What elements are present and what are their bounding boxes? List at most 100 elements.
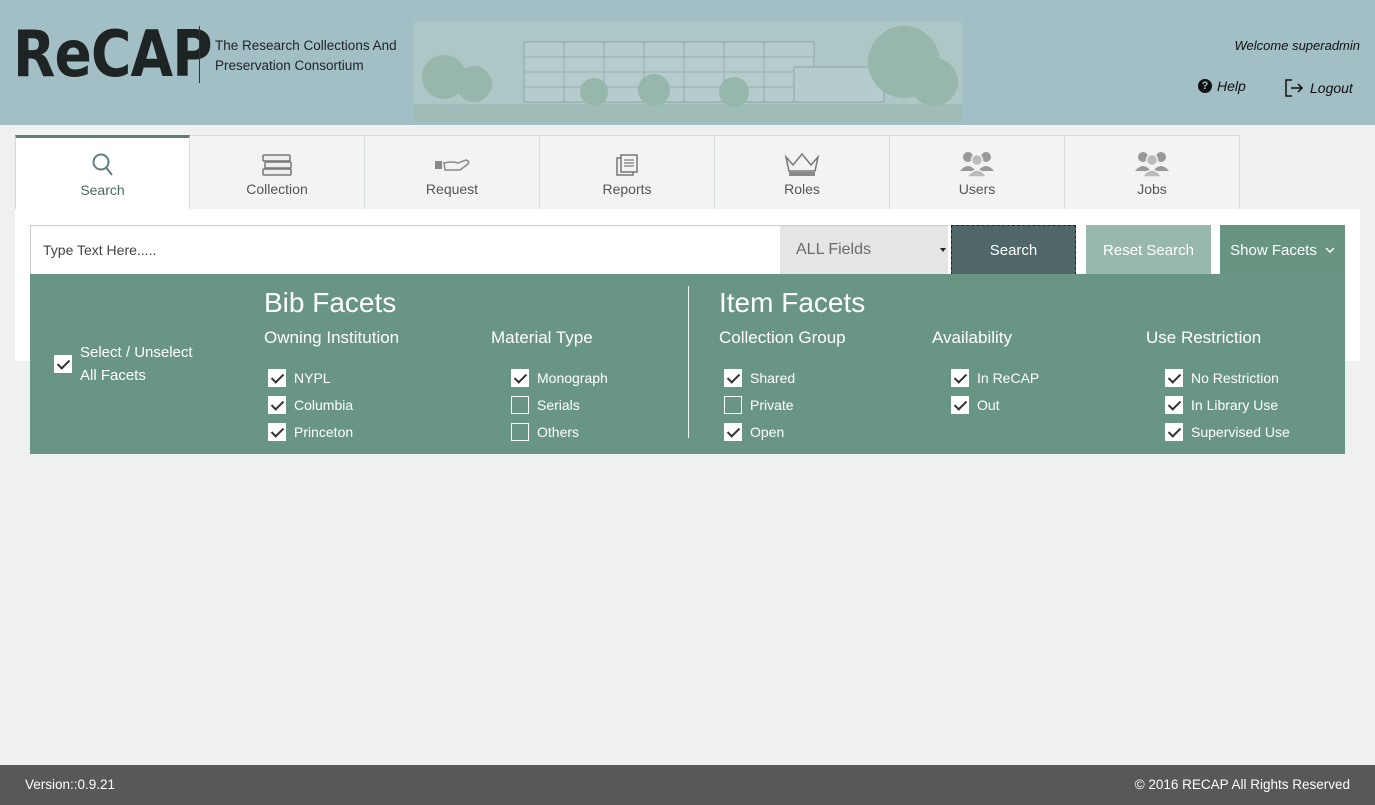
facet-label: Out	[977, 396, 1000, 413]
search-button[interactable]: Search	[951, 225, 1076, 275]
field-select[interactable]: ALL Fields	[780, 225, 948, 275]
facet-option[interactable]: Columbia	[268, 391, 399, 418]
facet-checkbox[interactable]	[268, 368, 286, 387]
search-icon	[92, 153, 113, 176]
facet-checkbox[interactable]	[724, 368, 742, 387]
facet-option[interactable]: Shared	[724, 364, 846, 391]
facet-option[interactable]: Open	[724, 418, 846, 445]
caret-down-icon	[940, 248, 946, 252]
welcome-message: Welcome superadmin	[1234, 38, 1360, 53]
tab-search[interactable]: Search	[15, 135, 190, 210]
select-all-checkbox[interactable]	[54, 355, 72, 373]
select-all-facets[interactable]: Select / Unselect All Facets	[54, 341, 210, 387]
facet-option[interactable]: Monograph	[511, 364, 608, 391]
recap-logo[interactable]: ReCAP	[13, 18, 213, 92]
help-link[interactable]: ? Help	[1198, 78, 1246, 94]
facet-checkbox[interactable]	[268, 422, 286, 441]
show-facets-button[interactable]: Show Facets	[1220, 225, 1345, 275]
tab-label: Users	[958, 181, 996, 197]
facet-option[interactable]: Supervised Use	[1165, 418, 1290, 445]
chevron-down-icon	[1325, 246, 1335, 253]
facet-option[interactable]: Serials	[511, 391, 608, 418]
facet-checkbox[interactable]	[724, 395, 742, 414]
availability-group: Availability In ReCAP Out	[932, 328, 1039, 418]
help-label: Help	[1217, 78, 1246, 94]
page-header: ReCAP The Research Collections And Prese…	[0, 0, 1375, 125]
facet-label: Monograph	[537, 369, 608, 386]
group-title: Material Type	[491, 328, 593, 347]
field-select-value: ALL Fields	[796, 241, 871, 258]
facet-checkbox[interactable]	[511, 422, 529, 441]
facets-panel: Select / Unselect All Facets Bib Facets …	[30, 274, 1345, 454]
facet-label: Shared	[750, 369, 796, 386]
facet-label: In ReCAP	[977, 369, 1040, 386]
group-title: Owning Institution	[264, 328, 400, 347]
facet-option[interactable]: Princeton	[268, 418, 399, 445]
reset-search-button[interactable]: Reset Search	[1086, 225, 1211, 275]
group-title: Availability	[932, 328, 1013, 347]
tab-reports[interactable]: Reports	[540, 135, 715, 210]
facet-label: No Restriction	[1191, 369, 1279, 386]
collection-group-group: Collection Group Shared Private Open	[719, 328, 846, 445]
facet-label: Private	[750, 396, 794, 413]
facet-option[interactable]: Private	[724, 391, 846, 418]
tab-label: Collection	[246, 181, 308, 197]
facet-label: Open	[750, 423, 785, 440]
facet-label: NYPL	[294, 369, 331, 386]
facet-checkbox[interactable]	[511, 368, 529, 387]
tab-label: Reports	[602, 181, 652, 197]
logo-divider	[199, 26, 200, 83]
crown-icon	[784, 152, 820, 176]
facet-option[interactable]: In ReCAP	[951, 364, 1039, 391]
facets-divider	[688, 286, 689, 438]
users-icon	[1135, 152, 1169, 177]
facet-checkbox[interactable]	[951, 395, 969, 414]
users-icon	[960, 152, 994, 177]
facet-checkbox[interactable]	[511, 395, 529, 414]
books-icon	[262, 154, 292, 176]
facet-checkbox[interactable]	[1165, 422, 1183, 441]
facet-label: Columbia	[294, 396, 354, 413]
copyright-label: © 2016 RECAP All Rights Reserved	[1134, 777, 1350, 792]
logout-link[interactable]: Logout	[1284, 79, 1353, 97]
facet-checkbox[interactable]	[1165, 368, 1183, 387]
group-title: Use Restriction	[1146, 328, 1262, 347]
tab-request[interactable]: Request	[365, 135, 540, 210]
tab-label: Jobs	[1137, 181, 1167, 197]
tab-jobs[interactable]: Jobs	[1065, 135, 1240, 210]
version-label: Version::0.9.21	[25, 777, 116, 792]
facet-label: Serials	[537, 396, 580, 413]
documents-icon	[616, 154, 638, 176]
facet-checkbox[interactable]	[724, 422, 742, 441]
question-circle-icon: ?	[1198, 79, 1212, 93]
facet-checkbox[interactable]	[1165, 395, 1183, 414]
facet-option[interactable]: NYPL	[268, 364, 399, 391]
group-title: Collection Group	[719, 328, 846, 347]
owning-institution-group: Owning Institution NYPL Columbia Princet…	[264, 328, 399, 445]
tagline: The Research Collections And Preservatio…	[215, 38, 397, 73]
tab-roles[interactable]: Roles	[715, 135, 890, 210]
tab-collection[interactable]: Collection	[190, 135, 365, 210]
facet-label: In Library Use	[1191, 396, 1279, 413]
material-type-group: Material Type Monograph Serials Others	[491, 328, 608, 445]
show-facets-label: Show Facets	[1230, 241, 1317, 259]
facet-checkbox[interactable]	[951, 368, 969, 387]
facet-option[interactable]: Others	[511, 418, 608, 445]
facet-option[interactable]: No Restriction	[1165, 364, 1290, 391]
building-illustration	[414, 22, 962, 122]
hand-book-icon	[435, 159, 470, 171]
item-facets-title: Item Facets	[719, 287, 866, 318]
tab-users[interactable]: Users	[890, 135, 1065, 210]
main-tabs: Search Collection Request Reports Roles	[15, 135, 1240, 210]
facet-checkbox[interactable]	[268, 395, 286, 414]
select-all-label: Select / Unselect All Facets	[80, 344, 193, 384]
page-footer: Version::0.9.21 © 2016 RECAP All Rights …	[0, 765, 1375, 805]
search-input[interactable]	[30, 225, 781, 275]
tab-label: Roles	[784, 181, 820, 197]
logout-icon	[1285, 79, 1304, 97]
facet-label: Princeton	[294, 423, 354, 440]
tab-label: Request	[425, 181, 479, 197]
facet-option[interactable]: Out	[951, 391, 1039, 418]
facet-option[interactable]: In Library Use	[1165, 391, 1290, 418]
facet-label: Supervised Use	[1191, 423, 1290, 440]
